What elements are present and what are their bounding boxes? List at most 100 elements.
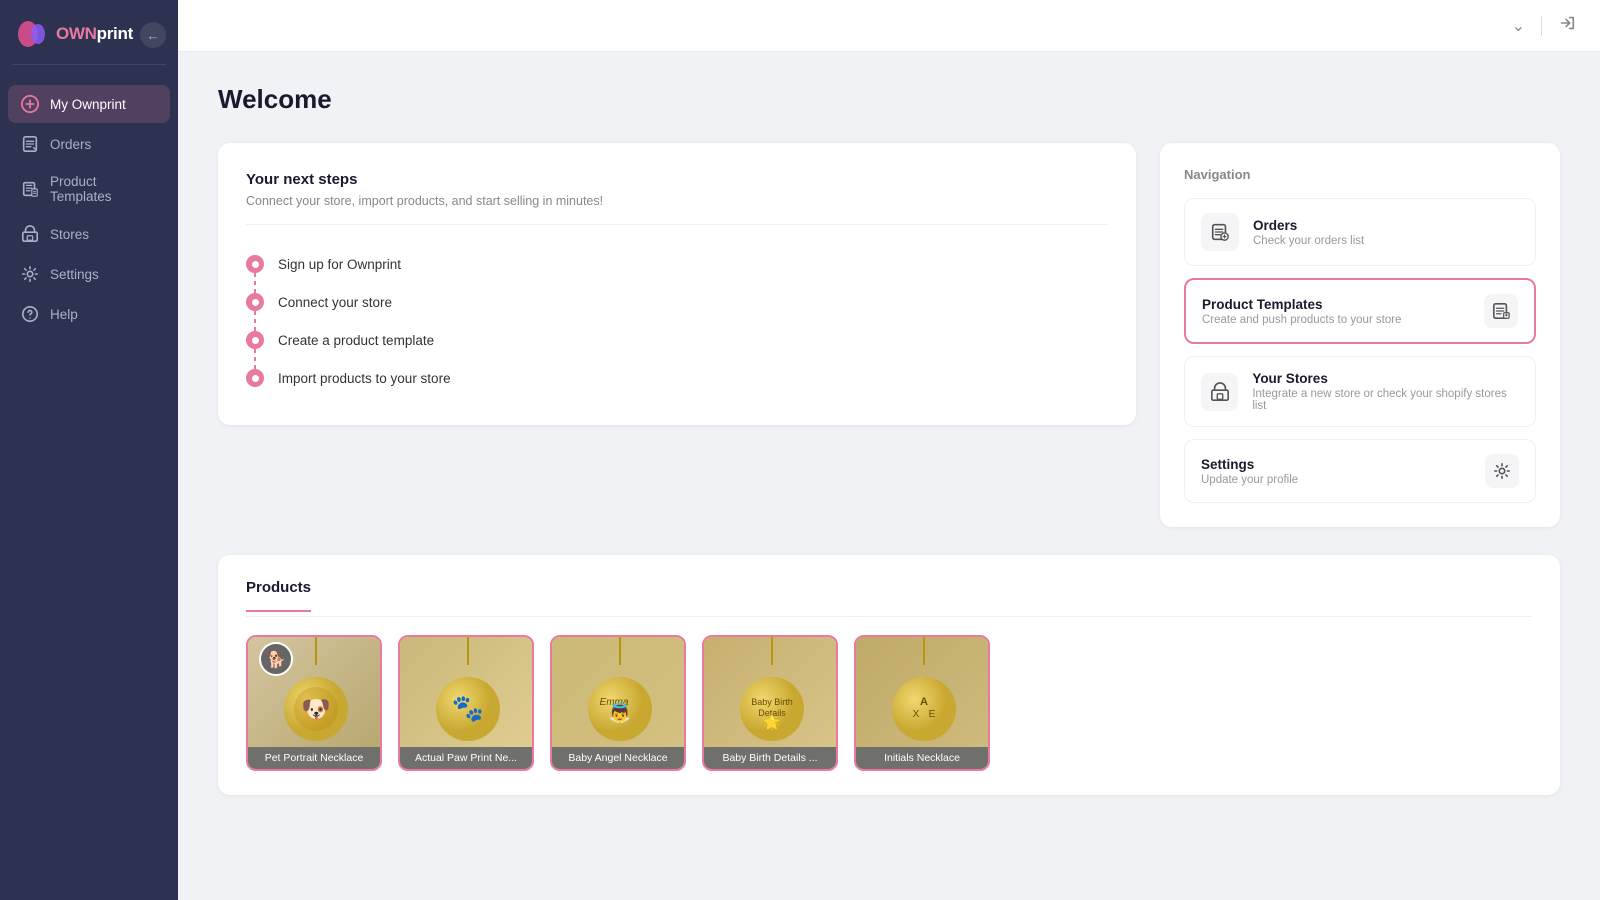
nav-link-orders-left: Orders Check your orders list bbox=[1201, 213, 1364, 251]
top-bar: ⌄ bbox=[178, 0, 1600, 52]
circle-plus-icon bbox=[20, 94, 40, 114]
products-divider bbox=[246, 616, 1532, 617]
sidebar-item-label-orders: Orders bbox=[50, 137, 91, 152]
next-steps-card: Your next steps Connect your store, impo… bbox=[218, 143, 1136, 425]
nav-link-settings-desc: Update your profile bbox=[1201, 474, 1298, 486]
settings-nav-icon bbox=[1485, 454, 1519, 488]
step-dot-1 bbox=[246, 255, 264, 273]
svg-text:A: A bbox=[920, 696, 928, 708]
sidebar-item-my-ownprint[interactable]: My Ownprint bbox=[8, 85, 170, 123]
nav-link-orders-name: Orders bbox=[1253, 218, 1364, 233]
nav-link-stores-left: Your Stores Integrate a new store or che… bbox=[1201, 371, 1519, 412]
chevron-down-icon[interactable]: ⌄ bbox=[1512, 16, 1525, 36]
nav-link-product-templates-desc: Create and push products to your store bbox=[1202, 314, 1401, 326]
sidebar-divider bbox=[12, 64, 166, 65]
svg-text:🌟: 🌟 bbox=[763, 714, 780, 731]
product-card-baby-birth[interactable]: Baby Birth Details 🌟 Baby Birth Details … bbox=[702, 635, 838, 771]
step-dot-container-4 bbox=[246, 369, 264, 387]
collapse-button[interactable]: ← bbox=[140, 22, 166, 48]
step-dot-container-3 bbox=[246, 331, 264, 349]
layers-icon bbox=[20, 179, 40, 199]
step-item-4: Import products to your store bbox=[246, 359, 1108, 397]
sidebar-item-product-templates[interactable]: Product Templates bbox=[8, 165, 170, 213]
step-item-1: Sign up for Ownprint bbox=[246, 245, 1108, 283]
gear-icon bbox=[20, 264, 40, 284]
navigation-card: Navigation Orders bbox=[1160, 143, 1560, 527]
svg-text:👼: 👼 bbox=[609, 702, 631, 723]
next-steps-subtitle: Connect your store, import products, and… bbox=[246, 194, 1108, 225]
svg-text:🐕: 🐕 bbox=[266, 650, 286, 669]
logout-icon[interactable] bbox=[1558, 14, 1576, 37]
product-card-initials[interactable]: A X E Initials Necklace bbox=[854, 635, 990, 771]
svg-text:Baby Birth: Baby Birth bbox=[751, 697, 793, 707]
step-label-3: Create a product template bbox=[278, 333, 434, 348]
svg-text:X: X bbox=[913, 709, 920, 720]
step-label-1: Sign up for Ownprint bbox=[278, 257, 401, 272]
navigation-card-title: Navigation bbox=[1184, 167, 1536, 182]
initials-necklace-svg: A X E bbox=[856, 637, 988, 747]
nav-link-orders-texts: Orders Check your orders list bbox=[1253, 218, 1364, 247]
product-label-pet-portrait: Pet Portrait Necklace bbox=[248, 747, 380, 769]
top-bar-divider bbox=[1541, 16, 1542, 36]
sidebar-item-stores[interactable]: Stores bbox=[8, 215, 170, 253]
product-img-initials: A X E bbox=[856, 637, 988, 747]
nav-link-product-templates[interactable]: Product Templates Create and push produc… bbox=[1184, 278, 1536, 344]
nav-link-stores-name: Your Stores bbox=[1252, 371, 1519, 386]
product-card-baby-angel[interactable]: Emma 👼 Baby Angel Necklace bbox=[550, 635, 686, 771]
cards-row: Your next steps Connect your store, impo… bbox=[218, 143, 1560, 527]
product-img-baby-birth: Baby Birth Details 🌟 bbox=[704, 637, 836, 747]
product-card-pet-portrait[interactable]: 🐶 🐕 Pet Portrait Necklace bbox=[246, 635, 382, 771]
logo-icon bbox=[16, 18, 48, 50]
nav-link-stores[interactable]: Your Stores Integrate a new store or che… bbox=[1184, 356, 1536, 427]
product-card-paw-print[interactable]: 🐾 Actual Paw Print Ne... bbox=[398, 635, 534, 771]
logo: OWNprint ← bbox=[0, 0, 178, 64]
nav-link-stores-texts: Your Stores Integrate a new store or che… bbox=[1252, 371, 1519, 412]
sidebar-item-label-product-templates: Product Templates bbox=[50, 174, 158, 204]
product-img-paw-print: 🐾 bbox=[400, 637, 532, 747]
sidebar-item-orders[interactable]: Orders bbox=[8, 125, 170, 163]
nav-link-product-templates-name: Product Templates bbox=[1202, 297, 1401, 312]
pet-portrait-necklace-svg: 🐶 🐕 bbox=[248, 637, 380, 747]
stores-nav-icon bbox=[1201, 373, 1238, 411]
step-dot-container-2 bbox=[246, 293, 264, 311]
logo-text: OWNprint bbox=[56, 24, 133, 44]
sidebar-item-label-my-ownprint: My Ownprint bbox=[50, 97, 126, 112]
question-circle-icon bbox=[20, 304, 40, 324]
nav-link-orders[interactable]: Orders Check your orders list bbox=[1184, 198, 1536, 266]
nav-link-orders-desc: Check your orders list bbox=[1253, 235, 1364, 247]
step-item-3: Create a product template bbox=[246, 321, 1108, 359]
step-dot-2 bbox=[246, 293, 264, 311]
step-dot-3 bbox=[246, 331, 264, 349]
sidebar-nav: My Ownprint Orders bbox=[0, 73, 178, 345]
step-label-4: Import products to your store bbox=[278, 371, 451, 386]
sidebar-item-settings[interactable]: Settings bbox=[8, 255, 170, 293]
svg-text:E: E bbox=[929, 709, 936, 720]
product-img-pet-portrait: 🐶 🐕 bbox=[248, 637, 380, 747]
products-header: Products bbox=[246, 579, 1532, 616]
nav-link-settings-texts: Settings Update your profile bbox=[1201, 457, 1298, 486]
next-steps-title: Your next steps bbox=[246, 171, 1108, 188]
page-content: Welcome Your next steps Connect your sto… bbox=[178, 52, 1600, 900]
store-icon bbox=[20, 224, 40, 244]
baby-angel-necklace-svg: Emma 👼 bbox=[552, 637, 684, 747]
baby-birth-necklace-svg: Baby Birth Details 🌟 bbox=[704, 637, 836, 747]
product-label-baby-birth: Baby Birth Details ... bbox=[704, 747, 836, 769]
page-title: Welcome bbox=[218, 84, 1560, 115]
step-label-2: Connect your store bbox=[278, 295, 392, 310]
products-section: Products bbox=[218, 555, 1560, 795]
step-item-2: Connect your store bbox=[246, 283, 1108, 321]
product-label-baby-angel: Baby Angel Necklace bbox=[552, 747, 684, 769]
product-label-initials: Initials Necklace bbox=[856, 747, 988, 769]
nav-link-settings-left: Settings Update your profile bbox=[1201, 457, 1298, 486]
step-dot-container-1 bbox=[246, 255, 264, 273]
nav-link-product-templates-left: Product Templates Create and push produc… bbox=[1202, 297, 1401, 326]
product-img-baby-angel: Emma 👼 bbox=[552, 637, 684, 747]
svg-text:🐶: 🐶 bbox=[301, 696, 331, 723]
sidebar-item-help[interactable]: Help bbox=[8, 295, 170, 333]
sidebar-item-label-settings: Settings bbox=[50, 267, 99, 282]
main-content: ⌄ Welcome Your next steps Connect your s… bbox=[178, 0, 1600, 900]
sidebar: OWNprint ← My Ownprint Or bbox=[0, 0, 178, 900]
paw-print-necklace-svg: 🐾 bbox=[400, 637, 532, 747]
sidebar-item-label-stores: Stores bbox=[50, 227, 89, 242]
nav-link-settings[interactable]: Settings Update your profile bbox=[1184, 439, 1536, 503]
